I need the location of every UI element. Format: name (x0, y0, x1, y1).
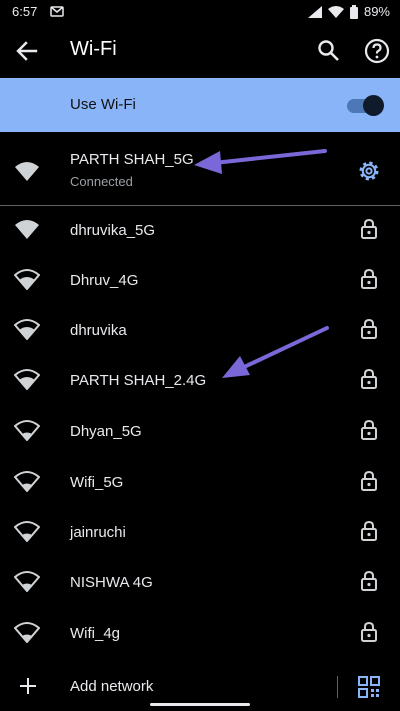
wifi-weak-icon (14, 622, 40, 643)
network-name: Wifi_4g (70, 625, 121, 642)
network-item-dhyan-5g[interactable]: Dhyan_5G (0, 406, 400, 456)
help-icon[interactable] (363, 37, 391, 65)
wifi-outline-icon (14, 369, 40, 390)
status-wifi-icon (327, 5, 344, 18)
wifi-weak-icon (14, 471, 40, 492)
wifi-weak-icon (14, 571, 40, 592)
lock-icon (361, 218, 377, 239)
connected-network-name: PARTH SHAH_5G (70, 151, 194, 168)
lock-icon (361, 470, 377, 491)
network-item-dhruvika[interactable]: dhruvika (0, 305, 400, 355)
search-icon[interactable] (316, 38, 342, 64)
network-item-dhruvika-5g[interactable]: dhruvika_5G (0, 205, 400, 255)
back-arrow-icon[interactable] (14, 38, 40, 64)
network-name: Dhyan_5G (70, 423, 142, 440)
status-icons: 89% (307, 4, 390, 19)
lock-icon (361, 268, 377, 289)
wifi-full-icon (15, 220, 39, 239)
wifi-weak-icon (14, 420, 40, 441)
lock-icon (361, 621, 377, 642)
page-title: Wi-Fi (70, 38, 117, 60)
network-item-nishwa-4g[interactable]: NISHWA 4G (0, 557, 400, 607)
network-item-parth-shah-2-4g[interactable]: PARTH SHAH_2.4G (0, 355, 400, 405)
signal-icon (307, 5, 322, 18)
wifi-full-icon (15, 162, 39, 181)
wifi-toggle-switch[interactable] (345, 94, 385, 116)
add-icon[interactable] (18, 676, 38, 696)
network-name: PARTH SHAH_2.4G (70, 372, 207, 389)
switch-knob (363, 95, 384, 116)
lock-icon (361, 520, 377, 541)
use-wifi-row[interactable]: Use Wi-Fi (0, 78, 400, 132)
connected-network-row[interactable]: PARTH SHAH_5G Connected (0, 140, 400, 202)
vertical-divider (337, 676, 338, 698)
network-item-dhruv-4g[interactable]: Dhruv_4G (0, 255, 400, 305)
lock-icon (361, 419, 377, 440)
battery-percent: 89% (363, 4, 390, 19)
lock-icon (361, 570, 377, 591)
network-name: Wifi_5G (70, 474, 124, 491)
use-wifi-label: Use Wi-Fi (70, 96, 136, 113)
network-name: dhruvika (70, 322, 127, 339)
qr-code-icon[interactable] (358, 676, 380, 698)
status-time: 6:57 (12, 4, 38, 19)
gear-icon[interactable] (357, 159, 381, 183)
wifi-weak-icon (14, 521, 40, 542)
network-name: NISHWA 4G (70, 574, 153, 591)
connected-network-status: Connected (70, 174, 133, 189)
home-indicator (150, 703, 250, 706)
network-item-jainruchi[interactable]: jainruchi (0, 507, 400, 557)
status-bar: 6:57 89% (0, 0, 400, 24)
network-item-wifi-4g[interactable]: Wifi_4g (0, 608, 400, 658)
battery-icon (349, 4, 358, 19)
wifi-outline-icon (14, 269, 40, 290)
add-network-label[interactable]: Add network (70, 678, 153, 695)
network-item-wifi-5g[interactable]: Wifi_5G (0, 457, 400, 507)
app-bar: Wi-Fi (0, 24, 400, 78)
wifi-outline-icon (14, 319, 40, 340)
lock-icon (361, 318, 377, 339)
network-name: jainruchi (70, 524, 126, 541)
network-name: Dhruv_4G (70, 272, 139, 289)
lock-icon (361, 368, 377, 389)
network-name: dhruvika_5G (70, 222, 156, 239)
notification-icon (50, 6, 64, 17)
